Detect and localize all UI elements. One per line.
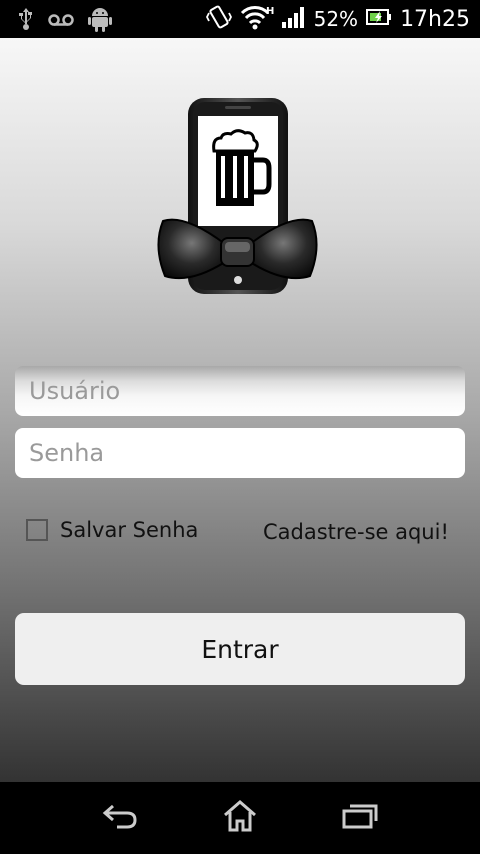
login-button[interactable]: Entrar bbox=[15, 613, 465, 685]
back-button[interactable] bbox=[90, 796, 150, 840]
remember-checkbox[interactable] bbox=[26, 519, 48, 541]
status-bar: H 52% 17h25 bbox=[0, 0, 480, 38]
home-icon bbox=[222, 799, 258, 837]
app-logo bbox=[155, 96, 320, 296]
recent-apps-icon bbox=[341, 802, 379, 834]
login-button-label: Entrar bbox=[201, 634, 279, 664]
battery-charging-icon bbox=[366, 8, 392, 30]
remember-password[interactable]: Salvar Senha bbox=[26, 518, 198, 542]
recent-apps-button[interactable] bbox=[330, 796, 390, 840]
usb-icon bbox=[18, 7, 34, 35]
signup-link[interactable]: Cadastre-se aqui! bbox=[263, 520, 449, 544]
password-field[interactable] bbox=[15, 428, 465, 478]
password-input[interactable] bbox=[27, 438, 453, 468]
back-icon bbox=[101, 802, 139, 834]
navigation-bar bbox=[0, 782, 480, 854]
remember-label: Salvar Senha bbox=[60, 518, 199, 542]
wifi-icon: H bbox=[240, 4, 274, 34]
android-icon bbox=[88, 6, 112, 36]
voicemail-icon bbox=[48, 12, 74, 31]
home-button[interactable] bbox=[210, 796, 270, 840]
signal-icon bbox=[281, 6, 306, 32]
battery-percent: 52% bbox=[313, 7, 359, 31]
login-screen: Salvar Senha Cadastre-se aqui! Entrar bbox=[0, 38, 480, 782]
username-field[interactable] bbox=[15, 366, 465, 416]
username-input[interactable] bbox=[27, 376, 453, 406]
clock: 17h25 bbox=[400, 6, 470, 32]
vibrate-icon bbox=[205, 5, 232, 33]
svg-text:H: H bbox=[266, 6, 274, 17]
